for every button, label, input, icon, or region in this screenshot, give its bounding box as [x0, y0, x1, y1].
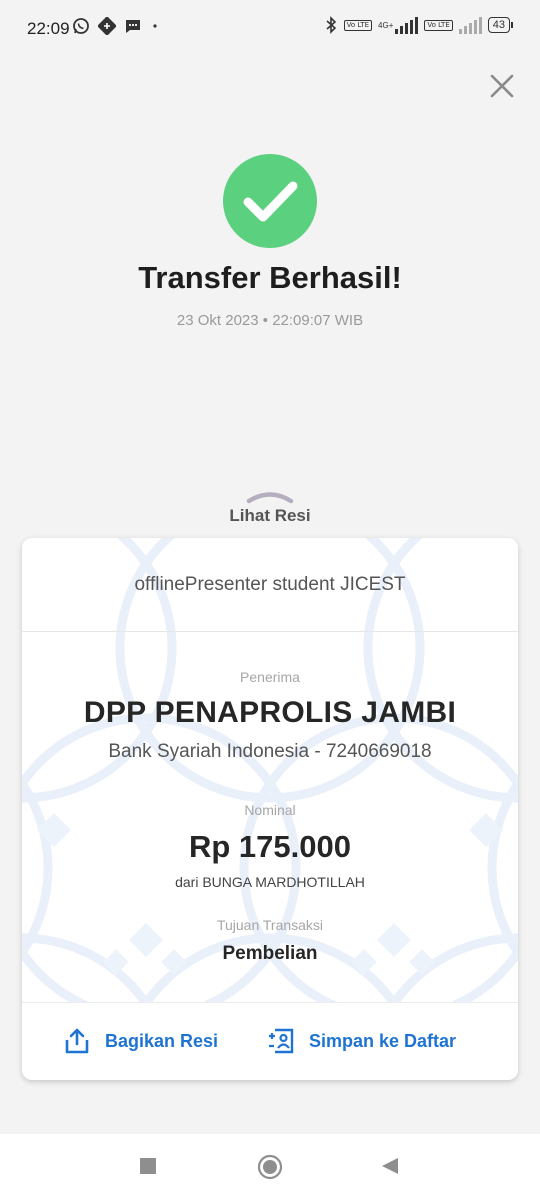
- receipt-card: offlinePresenter student JICEST Penerima…: [22, 538, 518, 1080]
- status-time: 22:09: [27, 19, 70, 38]
- close-button[interactable]: [486, 70, 518, 102]
- save-to-list-button[interactable]: Simpan ke Daftar: [267, 1027, 456, 1055]
- share-receipt-label: Bagikan Resi: [105, 1030, 219, 1051]
- transaction-reference: offlinePresenter student JICEST: [134, 574, 406, 595]
- amount-label: Nominal: [244, 802, 296, 818]
- circle-icon[interactable]: [257, 1154, 283, 1180]
- volte-badge-2: Vo LTE: [424, 19, 453, 31]
- network-type: 4G+: [378, 20, 394, 30]
- view-receipt-toggle[interactable]: Lihat Resi: [0, 506, 540, 526]
- share-receipt-button[interactable]: Bagikan Resi: [63, 1027, 218, 1055]
- notification-icons: [72, 17, 160, 35]
- system-indicators: Vo LTE 4G+ Vo LTE 43: [324, 16, 514, 34]
- app-notification-icon: [98, 17, 116, 35]
- divider: [22, 1002, 518, 1003]
- transaction-purpose: Pembelian: [222, 943, 318, 964]
- sender-name: dari BUNGA MARDHOTILLAH: [175, 874, 365, 890]
- battery-indicator: 43: [487, 17, 514, 33]
- square-icon[interactable]: [139, 1157, 157, 1175]
- purpose-label: Tujuan Transaksi: [216, 917, 324, 933]
- recipient-label: Penerima: [240, 669, 300, 685]
- page-title: Transfer Berhasil!: [138, 260, 402, 295]
- divider: [22, 631, 518, 632]
- triangle-back-icon[interactable]: [381, 1157, 399, 1175]
- signal-icon: [395, 16, 419, 34]
- recipient-bank-account: Bank Syariah Indonesia - 7240669018: [108, 741, 432, 762]
- recipient-name: DPP PENAPROLIS JAMBI: [83, 696, 457, 729]
- transaction-timestamp: 23 Okt 2023 • 22:09:07 WIB: [176, 312, 364, 329]
- share-icon: [65, 1028, 89, 1054]
- transfer-amount: Rp 175.000: [189, 829, 351, 864]
- status-bar: 22:09 Vo LTE 4G+ Vo LTE 43: [0, 0, 540, 58]
- chevron-up-icon[interactable]: [246, 490, 294, 504]
- save-to-list-label: Simpan ke Daftar: [309, 1030, 457, 1051]
- close-icon: [490, 74, 514, 98]
- signal-icon-2: [458, 16, 482, 34]
- message-icon: [126, 20, 140, 33]
- volte-badge: Vo LTE: [343, 19, 373, 31]
- bluetooth-icon: [326, 16, 336, 34]
- system-navigation-bar: [0, 1134, 540, 1200]
- contact-add-icon: [269, 1028, 294, 1054]
- whatsapp-icon: [73, 18, 89, 34]
- success-indicator: [223, 154, 317, 248]
- check-circle-icon: [243, 181, 298, 222]
- more-notifications-dot-icon: [153, 24, 157, 28]
